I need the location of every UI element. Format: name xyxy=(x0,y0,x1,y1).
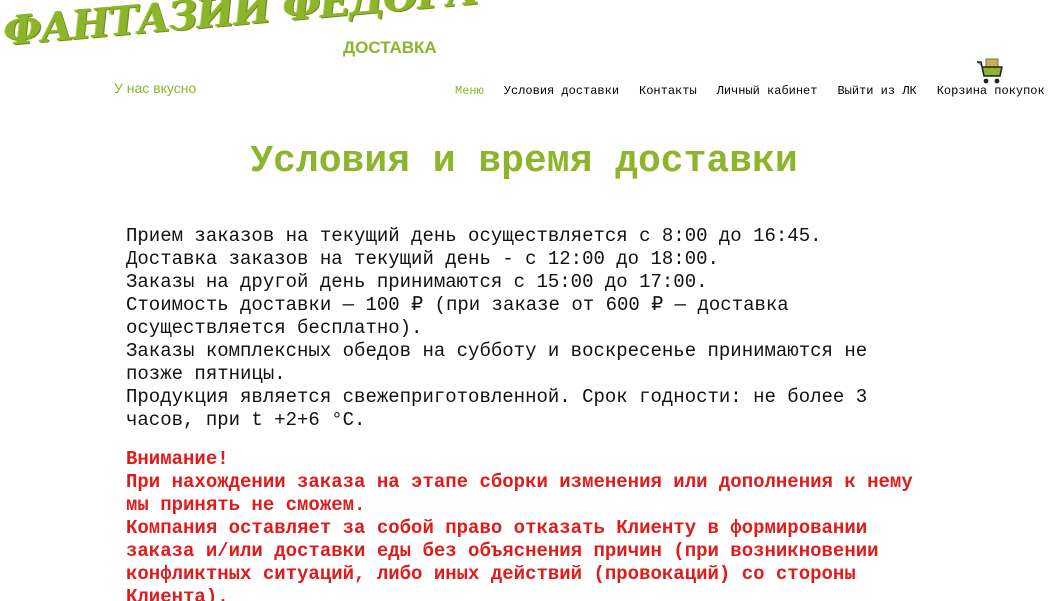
warning-block: Внимание! При нахождении заказа на этапе… xyxy=(126,448,926,601)
nav-item-delivery-terms[interactable]: Условия доставки xyxy=(504,84,619,98)
nav-item-logout[interactable]: Выйти из ЛК xyxy=(837,84,916,98)
logo-tagline: У нас вкусно xyxy=(114,80,197,96)
paragraph-delivery-cost: Стоимость доставки — 100 ₽ (при заказе о… xyxy=(126,294,789,339)
nav-item-cart[interactable]: Корзина покупок xyxy=(937,84,1045,98)
paragraph-next-day-orders: Заказы на другой день принимаются с 15:0… xyxy=(126,271,708,293)
nav-item-account[interactable]: Личный кабинет xyxy=(717,84,818,98)
delivery-terms-text: Прием заказов на текущий день осуществля… xyxy=(126,225,926,432)
site-logo[interactable]: ФАНТАЗИИ ФЕДОРА У нас вкусно xyxy=(2,0,480,98)
warning-line-changes: При нахождении заказа на этапе сборки из… xyxy=(126,471,913,516)
warning-line-refusal: Компания оставляет за собой право отказа… xyxy=(126,517,879,601)
paragraph-weekend-orders: Заказы комплексных обедов на субботу и в… xyxy=(126,340,868,385)
site-subtitle: ДОСТАВКА xyxy=(343,38,437,57)
nav-item-contacts[interactable]: Контакты xyxy=(639,84,697,98)
paragraph-shelf-life: Продукция является свежеприготовленной. … xyxy=(126,386,868,431)
nav-item-menu[interactable]: Меню xyxy=(455,84,484,98)
page-title: Условия и время доставки xyxy=(250,140,798,183)
warning-heading: Внимание! xyxy=(126,448,229,470)
paragraph-order-hours: Прием заказов на текущий день осуществля… xyxy=(126,225,822,247)
main-nav: Меню Условия доставки Контакты Личный ка… xyxy=(455,84,1045,98)
cart-icon[interactable] xyxy=(975,56,1005,86)
paragraph-delivery-hours: Доставка заказов на текущий день - с 12:… xyxy=(126,248,719,270)
